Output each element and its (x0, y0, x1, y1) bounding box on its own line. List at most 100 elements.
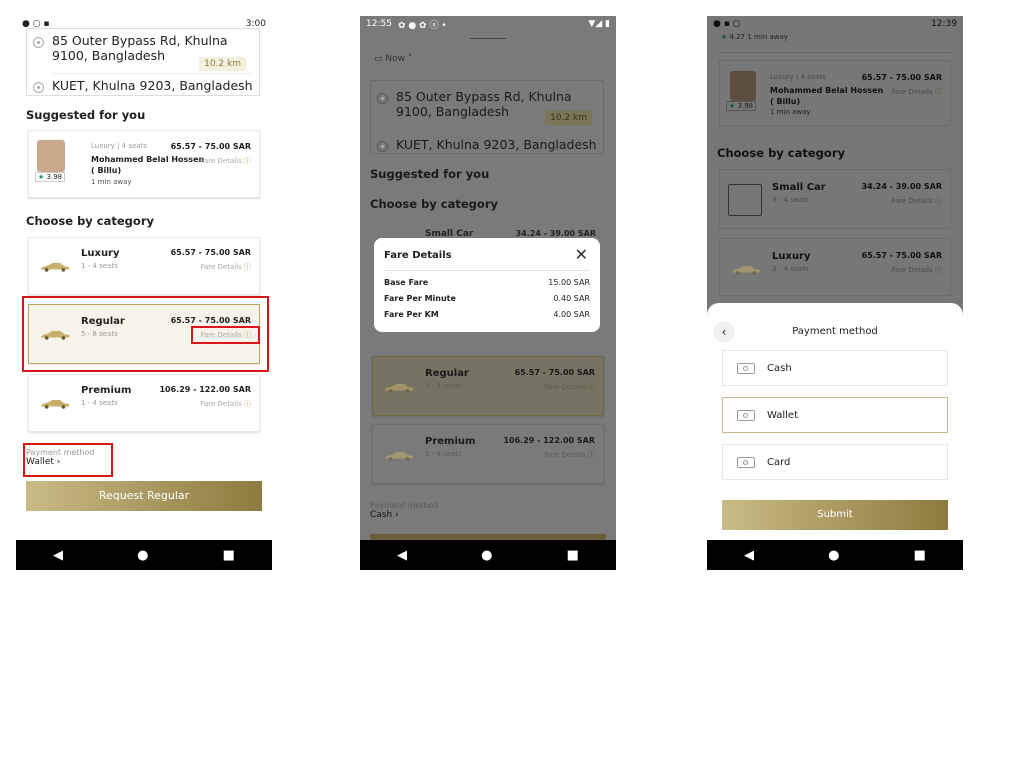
car-icon (37, 399, 73, 409)
driver-seats: 4 seats (121, 142, 147, 150)
dropoff-address[interactable]: KUET, Khulna 9203, Bangladesh (396, 137, 597, 152)
category-price: 34.24 - 39.00 SAR (861, 182, 942, 191)
back-icon[interactable]: ◀ (397, 548, 407, 563)
payment-option-cash[interactable]: Cash (722, 350, 948, 386)
category-card-premium[interactable]: Premium 1 - 4 seats 106.29 - 122.00 SAR … (28, 374, 260, 432)
option-label: Wallet (767, 409, 799, 421)
chevron-right-icon: › (395, 510, 399, 520)
category-seats: 3 - 4 seats (772, 265, 809, 273)
driver-price: 65.57 - 75.00 SAR (170, 142, 251, 151)
android-nav-bar: ◀ ● ■ (707, 540, 963, 570)
fare-details-link[interactable]: Fare Details ⓘ (201, 262, 251, 272)
request-button[interactable]: Request Regular (26, 481, 262, 511)
category-card-luxury[interactable]: Luxury 3 - 4 seats 65.57 - 75.00 SAR Far… (719, 238, 951, 296)
info-icon: ⓘ (244, 400, 251, 408)
payment-option-wallet[interactable]: Wallet (722, 397, 948, 433)
driver-card[interactable]: ★ 3.98 Luxury | 4 seats Mohammed Belal H… (28, 130, 260, 198)
car-icon (381, 451, 417, 461)
fare-row-label: Base Fare (384, 278, 429, 287)
driver-eta: 1 min away (91, 178, 132, 186)
payment-method-sheet: ‹ Payment method Cash Wallet Card Submit (707, 303, 963, 540)
fare-row-label: Fare Per Minute (384, 294, 456, 303)
highlight-fare-details (191, 326, 260, 344)
location-pin-icon (377, 93, 388, 104)
time-selector[interactable]: ▭ Now ˅ (374, 54, 412, 64)
category-title: Choose by category (717, 146, 845, 160)
fare-row-label: Fare Per KM (384, 310, 439, 319)
star-icon: ★ (38, 173, 45, 181)
dropoff-address[interactable]: KUET, Khulna 9203, Bangladesh (52, 78, 253, 93)
top-driver-snippet: ★ 4.27 1 min away (721, 33, 788, 41)
status-time: 12:39 (931, 19, 957, 29)
category-name: Luxury (772, 251, 811, 262)
payment-option-card[interactable]: Card (722, 444, 948, 480)
category-card-regular[interactable]: Regular 5 - 8 seats 65.57 - 75.00 SAR Fa… (372, 356, 604, 416)
option-label: Cash (767, 362, 792, 374)
info-icon: ⓘ (244, 263, 251, 271)
distance-badge: 10.2 km (199, 57, 246, 71)
category-card-premium[interactable]: Premium 1 - 4 seats 106.29 - 122.00 SAR … (372, 424, 604, 484)
home-icon[interactable]: ● (828, 548, 839, 563)
home-icon[interactable]: ● (137, 548, 148, 563)
category-title: Choose by category (26, 214, 154, 228)
drag-handle[interactable] (470, 38, 506, 39)
fare-details-link[interactable]: Fare Details ⓘ (201, 399, 251, 409)
cash-icon (737, 362, 755, 374)
rating-badge: ★ 3.98 (35, 172, 66, 182)
info-icon: ⓘ (935, 197, 942, 205)
fare-details-link[interactable]: Fare Details ⓘ (201, 156, 251, 166)
submit-button[interactable]: Submit (722, 500, 948, 530)
info-icon: ⓘ (588, 451, 595, 459)
cash-icon (737, 409, 755, 421)
category-seats: 5 - 8 seats (425, 382, 462, 390)
category-card-luxury[interactable]: Luxury 1 - 4 seats 65.57 - 75.00 SAR Far… (28, 237, 260, 295)
fare-row-value: 4.00 SAR (553, 310, 590, 319)
address-box[interactable]: 85 Outer Bypass Rd, Khulna 9100, Banglad… (26, 28, 260, 96)
driver-avatar (37, 140, 65, 172)
address-box[interactable]: 85 Outer Bypass Rd, Khulna 9100, Banglad… (370, 80, 604, 154)
recents-icon[interactable]: ■ (914, 548, 926, 563)
location-pin-icon (33, 37, 44, 48)
fare-row-value: 0.40 SAR (553, 294, 590, 303)
location-pin-icon (377, 141, 388, 152)
category-seats: 1 - 4 seats (81, 262, 118, 270)
fare-details-link[interactable]: Fare Details ⓘ (892, 196, 942, 206)
driver-category: Luxury (91, 142, 115, 150)
back-icon[interactable]: ◀ (53, 548, 63, 563)
distance-badge: 10.2 km (545, 111, 592, 125)
payment-method-selector[interactable]: Payment method Cash › (370, 501, 438, 520)
rating-badge: ★ 3.98 (726, 101, 757, 111)
recents-icon[interactable]: ■ (223, 548, 235, 563)
category-name: Premium (81, 385, 132, 396)
back-icon[interactable]: ◀ (744, 548, 754, 563)
close-icon[interactable]: ✕ (575, 245, 588, 264)
android-nav-bar: ◀ ● ■ (360, 540, 616, 570)
category-seats: 1 - 4 seats (81, 399, 118, 407)
driver-card[interactable]: ★ 3.98 Luxury | 4 seats Mohammed Belal H… (719, 60, 951, 126)
highlight-payment-method (23, 443, 113, 477)
dialog-title: Fare Details (384, 250, 452, 261)
category-price: 65.57 - 75.00 SAR (170, 248, 251, 257)
cash-icon (737, 456, 755, 468)
fare-details-link[interactable]: Fare Details ⓘ (545, 450, 595, 460)
driver-avatar (730, 71, 756, 101)
info-icon: ⓘ (935, 88, 942, 96)
fare-details-link[interactable]: Fare Details ⓘ (892, 87, 942, 97)
status-bar: 12:55 ✿ ● ✿ ⓢ • ▼◢ ▮ (360, 16, 616, 32)
category-price: 106.29 - 122.00 SAR (503, 436, 595, 445)
category-price: 65.57 - 75.00 SAR (861, 251, 942, 260)
info-icon: ⓘ (588, 383, 595, 391)
home-icon[interactable]: ● (481, 548, 492, 563)
calendar-icon: ▭ (374, 54, 383, 64)
category-name: Regular (425, 368, 469, 379)
fare-details-link[interactable]: Fare Details ⓘ (545, 382, 595, 392)
screen-fare-details: 12:55 ✿ ● ✿ ⓢ • ▼◢ ▮ ▭ Now ˅ 85 Outer By… (360, 16, 616, 570)
category-card-small-car[interactable]: Small Car 3 - 4 seats 34.24 - 39.00 SAR … (719, 169, 951, 229)
status-icons-right: ▼◢ ▮ (588, 19, 610, 29)
status-icons-left: ✿ ● ✿ ⓢ • (397, 20, 447, 31)
fare-details-link[interactable]: Fare Details ⓘ (892, 265, 942, 275)
car-icon (37, 262, 73, 272)
info-icon: ⓘ (935, 266, 942, 274)
recents-icon[interactable]: ■ (567, 548, 579, 563)
driver-nickname: ( Billu) (770, 97, 801, 106)
